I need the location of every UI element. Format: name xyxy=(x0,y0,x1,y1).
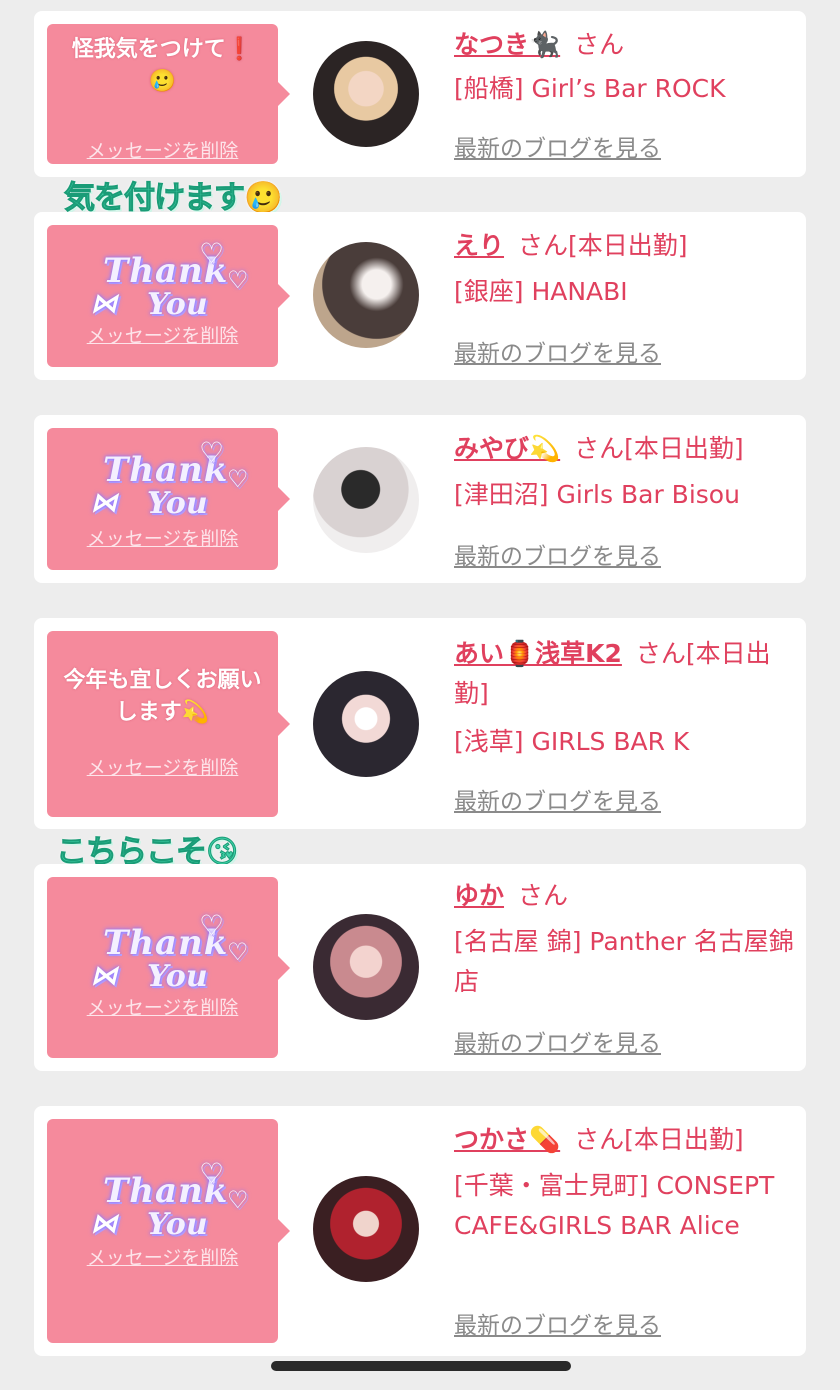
message-text: 怪我気をつけて❗️ 🥲 xyxy=(71,37,254,94)
message-text: 今年も宜しくお願いします💫 xyxy=(63,668,262,725)
delete-message-link[interactable]: メッセージを削除 xyxy=(47,321,278,348)
avatar[interactable] xyxy=(313,242,419,348)
delete-message-link[interactable]: メッセージを削除 xyxy=(47,1243,278,1270)
delete-message-link[interactable]: メッセージを削除 xyxy=(47,136,278,163)
message-bubble: Thank You ♡ ♡ ⋈ メッセージを削除 xyxy=(47,428,290,570)
message-bubble: 怪我気をつけて❗️ 🥲 メッセージを削除 xyxy=(47,24,290,164)
delete-message-link[interactable]: メッセージを削除 xyxy=(47,524,278,551)
shop-label: [船橋] Girl’s Bar ROCK xyxy=(454,74,726,103)
heart-icon: ♡ xyxy=(227,937,249,966)
san-label: さん xyxy=(518,231,569,260)
latest-blog-link[interactable]: 最新のブログを見る xyxy=(454,1024,661,1058)
latest-blog-link[interactable]: 最新のブログを見る xyxy=(454,537,661,571)
shop-label: [名古屋 錦] Panther 名古屋錦店 xyxy=(454,927,794,996)
san-label: さん xyxy=(574,1125,625,1154)
latest-blog-link[interactable]: 最新のブログを見る xyxy=(454,782,661,816)
heart-icon: ♡ xyxy=(199,1157,225,1190)
message-bubble: Thank You ♡ ♡ ⋈ メッセージを削除 xyxy=(47,225,290,367)
avatar[interactable] xyxy=(313,41,419,147)
overlay-sticker: 気を付けます🥲 xyxy=(64,180,284,217)
avatar[interactable] xyxy=(313,671,419,777)
thank-you-sticker: Thank You ♡ ♡ ⋈ xyxy=(91,436,249,521)
message-bubble: Thank You ♡ ♡ ⋈ メッセージを削除 xyxy=(47,1119,290,1343)
heart-icon: ♡ xyxy=(199,909,225,942)
cast-name-line: みやび💫 さん[本日出勤] xyxy=(454,429,744,469)
delete-message-link[interactable]: メッセージを削除 xyxy=(47,993,278,1020)
message-card: 今年も宜しくお願いします💫 メッセージを削除 あい🏮浅草K2 さん[本日出勤] [… xyxy=(34,618,806,829)
avatar[interactable] xyxy=(313,1176,419,1282)
message-card: Thank You ♡ ♡ ⋈ メッセージを削除 つかさ💊 さん[本日出勤] [千… xyxy=(34,1106,806,1356)
heart-icon: ♡ xyxy=(227,1185,249,1214)
cast-name-line: ゆか さん xyxy=(454,876,568,916)
cast-name-line: なつき🐈‍⬛ さん xyxy=(454,25,624,65)
cast-name-link[interactable]: えり xyxy=(454,231,504,260)
avatar[interactable] xyxy=(313,914,419,1020)
latest-blog-link[interactable]: 最新のブログを見る xyxy=(454,1306,661,1340)
heart-icon: ♡ xyxy=(227,464,249,493)
message-card: 怪我気をつけて❗️ 🥲 メッセージを削除 なつき🐈‍⬛ さん [船橋] Girl’… xyxy=(34,11,806,177)
cast-name-line: えり さん[本日出勤] xyxy=(454,226,688,266)
ribbon-icon: ⋈ xyxy=(91,961,117,991)
san-label: さん xyxy=(574,434,625,463)
san-label: さん xyxy=(574,30,625,59)
cast-name-link[interactable]: なつき🐈‍⬛ xyxy=(454,30,560,59)
cast-name-line: つかさ💊 さん[本日出勤] xyxy=(454,1120,744,1160)
avatar[interactable] xyxy=(313,447,419,553)
home-indicator[interactable] xyxy=(271,1361,571,1371)
shop-label: [津田沼] Girls Bar Bisou xyxy=(454,480,740,509)
status-label: [本日出勤] xyxy=(568,231,688,260)
message-card: Thank You ♡ ♡ ⋈ メッセージを削除 ゆか さん [名古屋 錦] Pa… xyxy=(34,864,806,1071)
delete-message-link[interactable]: メッセージを削除 xyxy=(47,753,278,780)
cast-name-link[interactable]: みやび💫 xyxy=(454,434,560,463)
san-label: さん xyxy=(518,881,569,910)
ribbon-icon: ⋈ xyxy=(91,289,117,319)
cast-name-link[interactable]: ゆか xyxy=(454,881,504,910)
heart-icon: ♡ xyxy=(199,436,225,469)
latest-blog-link[interactable]: 最新のブログを見る xyxy=(454,129,661,163)
san-label: さん xyxy=(635,639,686,668)
message-bubble: 今年も宜しくお願いします💫 メッセージを削除 xyxy=(47,631,290,817)
shop-label: [銀座] HANABI xyxy=(454,277,628,306)
status-label: [本日出勤] xyxy=(624,434,744,463)
cast-name-line: あい🏮浅草K2 さん[本日出勤] xyxy=(454,634,799,714)
message-card: Thank You ♡ ♡ ⋈ メッセージを削除 えり さん[本日出勤] [銀座]… xyxy=(34,212,806,380)
status-label: [本日出勤] xyxy=(624,1125,744,1154)
heart-icon: ♡ xyxy=(227,265,249,294)
heart-icon: ♡ xyxy=(199,237,225,270)
shop-label: [千葉・富士見町] CONSEPT CAFE&GIRLS BAR Alice xyxy=(454,1171,775,1240)
ribbon-icon: ⋈ xyxy=(91,1209,117,1239)
cast-name-link[interactable]: あい🏮浅草K2 xyxy=(454,639,622,668)
message-card: Thank You ♡ ♡ ⋈ メッセージを削除 みやび💫 さん[本日出勤] [津… xyxy=(34,415,806,583)
cast-name-link[interactable]: つかさ💊 xyxy=(454,1125,560,1154)
message-bubble: Thank You ♡ ♡ ⋈ メッセージを削除 xyxy=(47,877,290,1058)
shop-label: [浅草] GIRLS BAR K xyxy=(454,727,690,756)
ribbon-icon: ⋈ xyxy=(91,488,117,518)
latest-blog-link[interactable]: 最新のブログを見る xyxy=(454,334,661,368)
